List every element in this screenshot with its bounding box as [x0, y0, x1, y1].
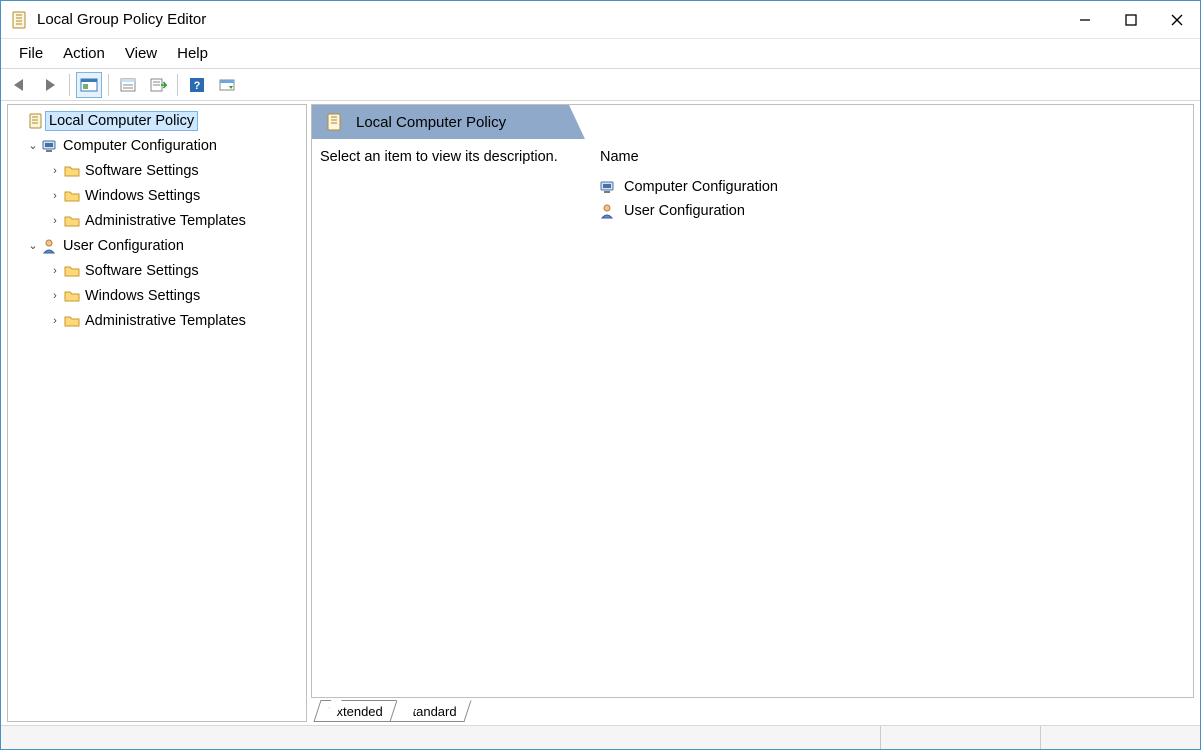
tab-standard[interactable]: Standard — [389, 700, 471, 722]
app-icon — [11, 11, 29, 29]
close-button[interactable] — [1154, 1, 1200, 39]
list-item-label: User Configuration — [624, 203, 745, 219]
description-text: Select an item to view its description. — [320, 149, 600, 697]
filter-button[interactable] — [214, 72, 240, 98]
back-button[interactable] — [7, 72, 33, 98]
tree-administrative-templates[interactable]: › Administrative Templates — [8, 208, 306, 233]
expand-icon[interactable]: › — [48, 265, 62, 277]
minimize-button[interactable] — [1062, 1, 1108, 39]
folder-icon — [62, 288, 82, 304]
tree-label: Windows Settings — [82, 287, 203, 305]
expand-icon[interactable]: › — [48, 315, 62, 327]
status-bar — [1, 725, 1200, 749]
title-bar: Local Group Policy Editor — [1, 1, 1200, 39]
user-icon — [600, 203, 618, 219]
expand-icon[interactable]: › — [48, 190, 62, 202]
expand-icon[interactable]: › — [48, 165, 62, 177]
name-column-header[interactable]: Name — [600, 149, 1183, 165]
collapse-icon[interactable]: ⌄ — [26, 239, 40, 252]
detail-header: Local Computer Policy — [312, 105, 1193, 139]
folder-icon — [62, 263, 82, 279]
tree-label: Administrative Templates — [82, 312, 249, 330]
tree-root[interactable]: Local Computer Policy — [8, 108, 306, 133]
svg-text:?: ? — [194, 80, 201, 92]
policy-icon — [26, 113, 46, 129]
tree-label: User Configuration — [60, 237, 187, 255]
header-cut — [593, 105, 1193, 139]
tab-label: Standard — [404, 704, 457, 719]
list-item-computer-configuration[interactable]: Computer Configuration — [600, 175, 1183, 199]
tree-user-configuration[interactable]: ⌄ User Configuration — [8, 233, 306, 258]
content-split: Local Computer Policy ⌄ Computer Configu… — [1, 101, 1200, 725]
tree-label: Administrative Templates — [82, 212, 249, 230]
expand-icon[interactable]: › — [48, 290, 62, 302]
detail-body: Select an item to view its description. … — [312, 139, 1193, 697]
tree-software-settings[interactable]: › Software Settings — [8, 258, 306, 283]
tree-windows-settings[interactable]: › Windows Settings — [8, 283, 306, 308]
menu-help[interactable]: Help — [167, 41, 218, 66]
tab-extended[interactable]: Extended — [313, 700, 397, 722]
tree-computer-configuration[interactable]: ⌄ Computer Configuration — [8, 133, 306, 158]
detail-pane: Local Computer Policy Select an item to … — [311, 104, 1194, 698]
help-button[interactable]: ? — [184, 72, 210, 98]
menu-bar: File Action View Help — [1, 39, 1200, 69]
tree-administrative-templates[interactable]: › Administrative Templates — [8, 308, 306, 333]
status-cell — [1040, 726, 1200, 749]
folder-icon — [62, 313, 82, 329]
list-column: Name Computer Configuration User Configu… — [600, 149, 1183, 697]
toolbar-separator — [69, 74, 70, 96]
status-cell — [880, 726, 1040, 749]
tree-label: Local Computer Policy — [46, 112, 197, 130]
tree-windows-settings[interactable]: › Windows Settings — [8, 183, 306, 208]
bottom-tabs: Extended Standard — [311, 698, 1194, 722]
policy-icon — [326, 113, 344, 131]
right-pane: Local Computer Policy Select an item to … — [311, 104, 1194, 722]
tree-software-settings[interactable]: › Software Settings — [8, 158, 306, 183]
properties-button[interactable] — [115, 72, 141, 98]
tree-label: Software Settings — [82, 162, 202, 180]
app-window: Local Group Policy Editor File Action Vi… — [0, 0, 1201, 750]
list-item-label: Computer Configuration — [624, 179, 778, 195]
menu-action[interactable]: Action — [53, 41, 115, 66]
tree-label: Computer Configuration — [60, 137, 220, 155]
toolbar: ? — [1, 69, 1200, 101]
tree-label: Windows Settings — [82, 187, 203, 205]
menu-file[interactable]: File — [9, 41, 53, 66]
list-item-user-configuration[interactable]: User Configuration — [600, 199, 1183, 223]
tree-label: Software Settings — [82, 262, 202, 280]
folder-icon — [62, 163, 82, 179]
tree-pane[interactable]: Local Computer Policy ⌄ Computer Configu… — [7, 104, 307, 722]
maximize-button[interactable] — [1108, 1, 1154, 39]
expand-icon[interactable]: › — [48, 215, 62, 227]
menu-view[interactable]: View — [115, 41, 167, 66]
computer-icon — [600, 179, 618, 195]
folder-icon — [62, 188, 82, 204]
folder-icon — [62, 213, 82, 229]
computer-icon — [40, 138, 60, 154]
user-icon — [40, 238, 60, 254]
export-list-button[interactable] — [145, 72, 171, 98]
window-title: Local Group Policy Editor — [37, 11, 206, 28]
detail-heading: Local Computer Policy — [356, 114, 506, 131]
show-hide-tree-button[interactable] — [76, 72, 102, 98]
collapse-icon[interactable]: ⌄ — [26, 139, 40, 152]
status-cell — [1, 726, 880, 749]
tab-label: Extended — [328, 704, 383, 719]
toolbar-separator — [177, 74, 178, 96]
forward-button[interactable] — [37, 72, 63, 98]
tree: Local Computer Policy ⌄ Computer Configu… — [8, 105, 306, 336]
toolbar-separator — [108, 74, 109, 96]
